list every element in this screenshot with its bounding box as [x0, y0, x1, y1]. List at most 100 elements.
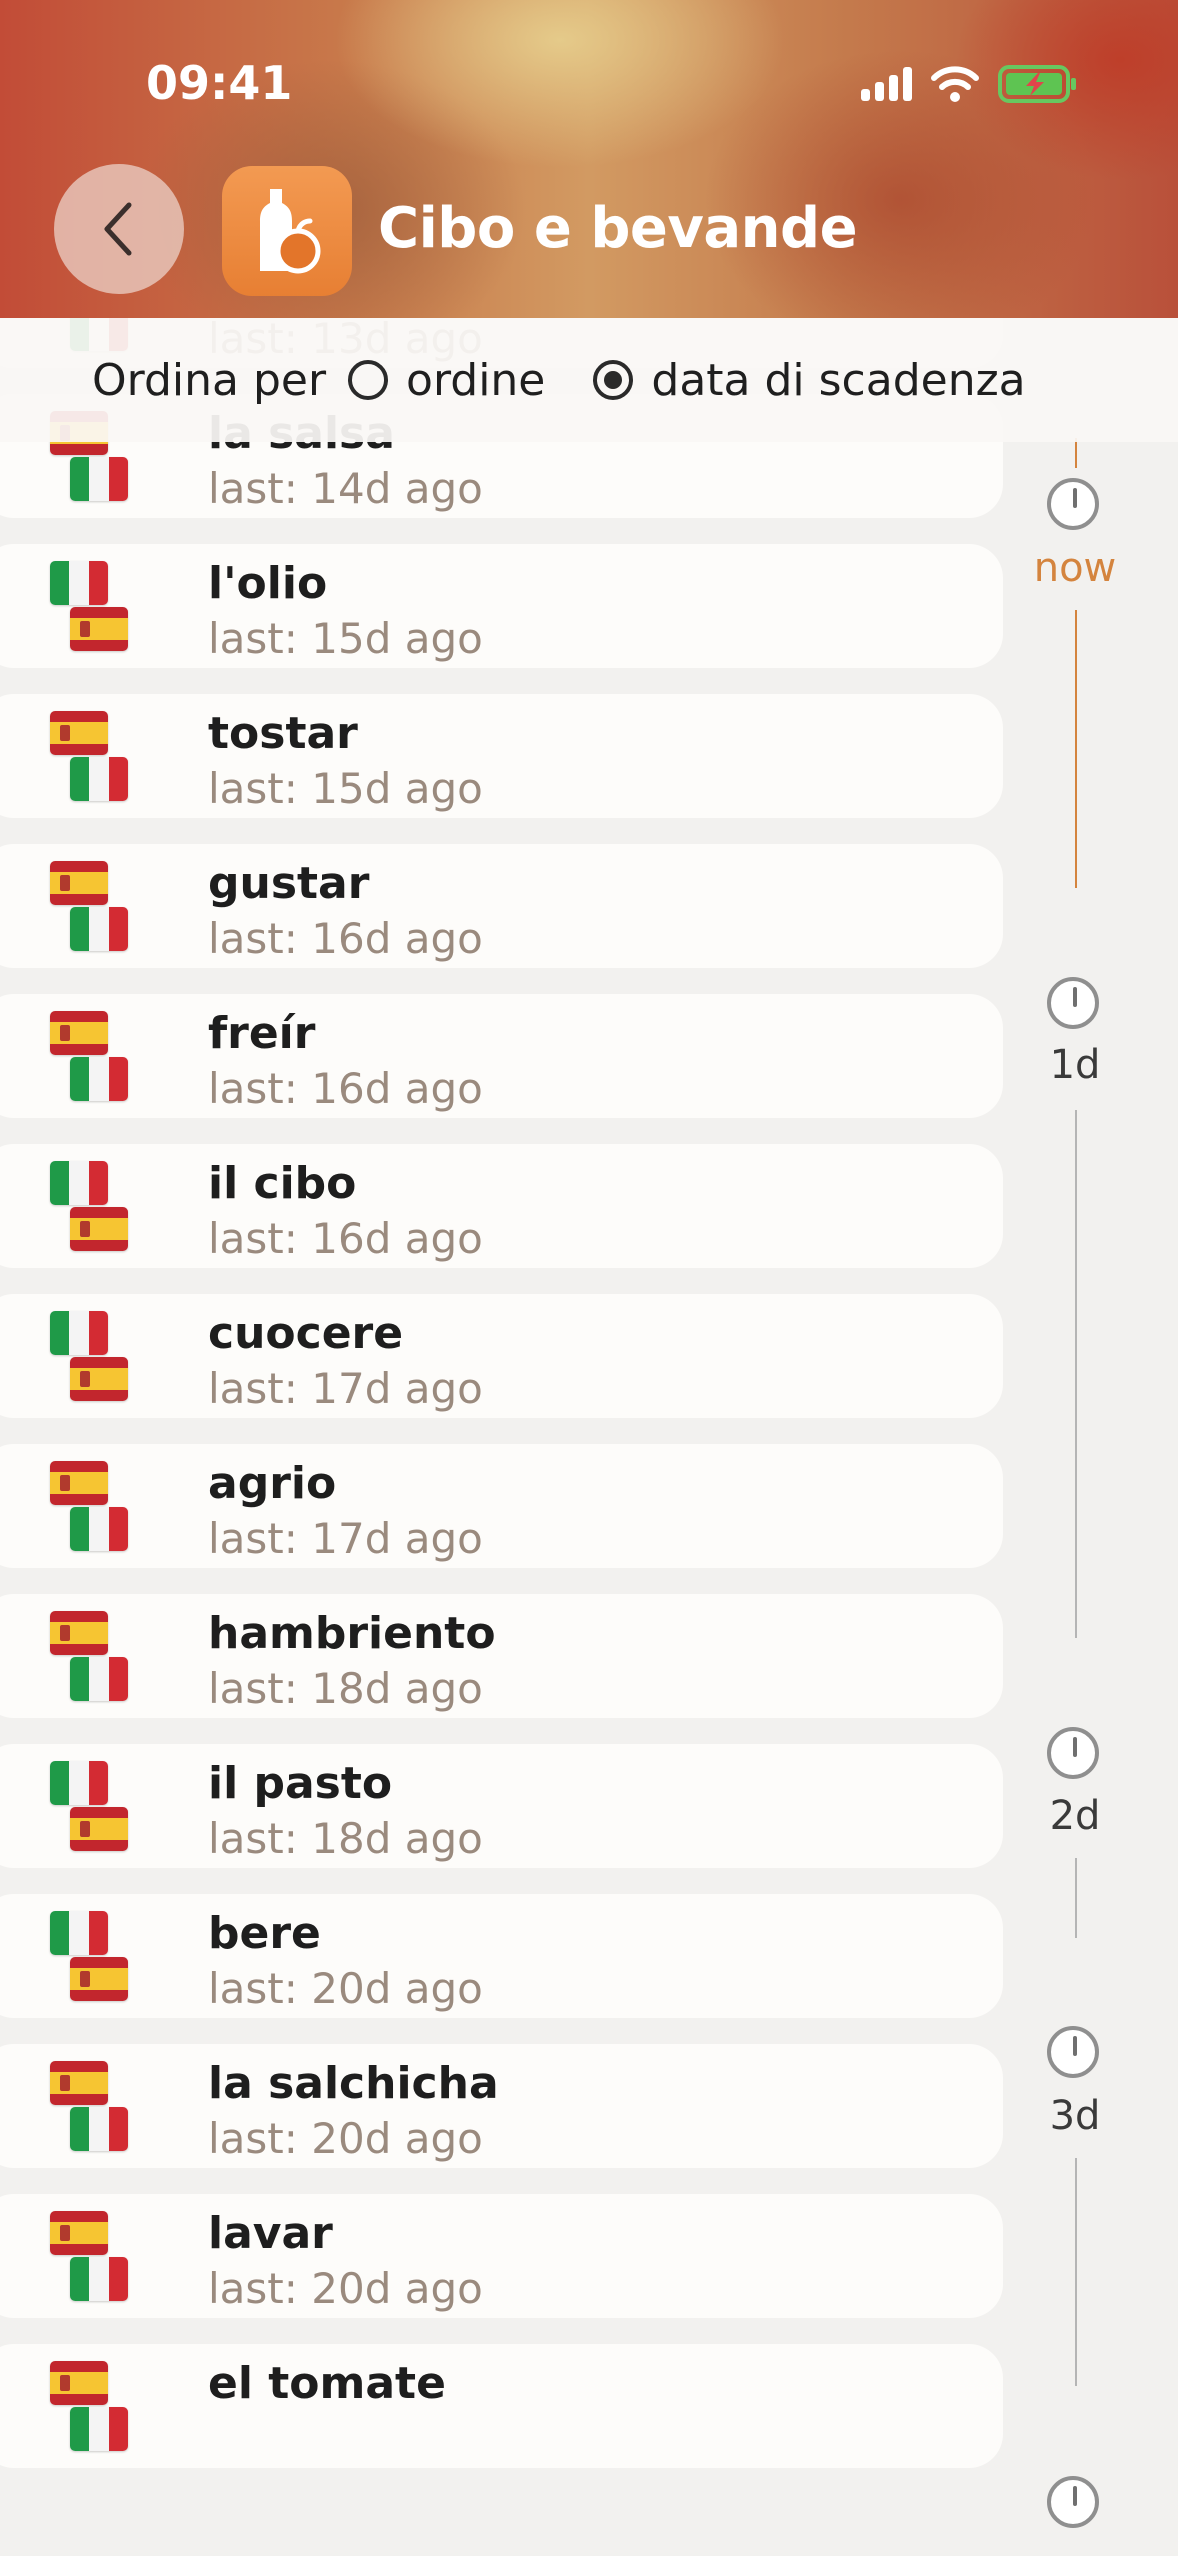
clock-icon — [1047, 1727, 1099, 1779]
spain-flag-icon — [50, 2211, 108, 2255]
spain-flag-icon — [50, 1611, 108, 1655]
italy-flag-icon — [50, 1161, 108, 1205]
timeline-line-3d — [1075, 2158, 1077, 2386]
spain-flag-icon — [50, 1011, 108, 1055]
language-pair-flags — [50, 1611, 160, 1711]
spain-flag-icon — [70, 1357, 128, 1401]
word-card[interactable]: cuocere last: 17d ago — [0, 1294, 1003, 1418]
italy-flag-icon — [70, 907, 128, 951]
word-card[interactable]: el tomate — [0, 2344, 1003, 2468]
word-card[interactable]: tostar last: 15d ago — [0, 694, 1003, 818]
language-pair-flags — [50, 1461, 160, 1561]
word-card[interactable]: il pasto last: 18d ago — [0, 1744, 1003, 1868]
language-pair-flags — [50, 2061, 160, 2161]
word-card[interactable]: agrio last: 17d ago — [0, 1444, 1003, 1568]
italy-flag-icon — [70, 1057, 128, 1101]
timeline-label-2d: 2d — [1049, 1793, 1101, 1839]
spain-flag-icon — [50, 711, 108, 755]
timeline-label-now: now — [1033, 545, 1117, 591]
last-reviewed-text: last: 20d ago — [208, 2114, 483, 2163]
spain-flag-icon — [70, 1957, 128, 2001]
language-pair-flags — [50, 1011, 160, 1111]
clock-icon — [1047, 977, 1099, 1029]
italy-flag-icon — [70, 1657, 128, 1701]
spain-flag-icon — [70, 607, 128, 651]
word-text: cuocere — [208, 1308, 404, 1359]
spain-flag-icon — [50, 861, 108, 905]
word-text: el tomate — [208, 2358, 446, 2409]
clock-icon — [1047, 2476, 1099, 2528]
sort-label: Ordina per — [92, 354, 327, 406]
italy-flag-icon — [50, 1761, 108, 1805]
language-pair-flags — [50, 1311, 160, 1411]
chevron-left-icon — [104, 202, 132, 256]
word-card[interactable]: la salchicha last: 20d ago — [0, 2044, 1003, 2168]
word-text: il pasto — [208, 1758, 393, 1809]
back-button[interactable] — [54, 164, 184, 294]
language-pair-flags — [50, 1161, 160, 1261]
status-time: 09:41 — [146, 56, 293, 110]
italy-flag-icon — [70, 2257, 128, 2301]
word-card[interactable]: l'olio last: 15d ago — [0, 544, 1003, 668]
last-reviewed-text: last: 17d ago — [208, 1514, 483, 1563]
clock-icon — [1047, 478, 1099, 530]
word-text: il cibo — [208, 1158, 357, 1209]
timeline-line-now — [1075, 610, 1077, 888]
word-text: l'olio — [208, 558, 328, 609]
language-pair-flags — [50, 861, 160, 961]
last-reviewed-text: last: 16d ago — [208, 1064, 483, 1113]
sort-option-due-date-label: data di scadenza — [651, 354, 1026, 406]
word-card[interactable]: bere last: 20d ago — [0, 1894, 1003, 2018]
word-card[interactable]: lavar last: 20d ago — [0, 2194, 1003, 2318]
word-text: agrio — [208, 1458, 337, 1509]
italy-flag-icon — [70, 2407, 128, 2451]
word-card[interactable]: gustar last: 16d ago — [0, 844, 1003, 968]
word-text: la salchicha — [208, 2058, 499, 2109]
italy-flag-icon — [50, 1311, 108, 1355]
page-title: Cibo e bevande — [378, 196, 858, 261]
battery-charging-icon — [998, 65, 1076, 103]
last-reviewed-text: last: 16d ago — [208, 1214, 483, 1263]
word-text: freír — [208, 1008, 316, 1059]
spain-flag-icon — [70, 1807, 128, 1851]
word-card[interactable]: freír last: 16d ago — [0, 994, 1003, 1118]
last-reviewed-text: last: 14d ago — [208, 464, 483, 513]
italy-flag-icon — [70, 1507, 128, 1551]
timeline-label-1d: 1d — [1049, 1042, 1101, 1088]
italy-flag-icon — [50, 561, 108, 605]
spain-flag-icon — [50, 2061, 108, 2105]
clock-icon — [1047, 2026, 1099, 2078]
sort-option-order-label: ordine — [406, 354, 546, 406]
italy-flag-icon — [70, 457, 128, 501]
spain-flag-icon — [70, 1207, 128, 1251]
last-reviewed-text: last: 20d ago — [208, 1964, 483, 2013]
timeline-label-3d: 3d — [1049, 2093, 1101, 2139]
italy-flag-icon — [70, 757, 128, 801]
header: 09:41 Cibo e bevande — [0, 0, 1178, 318]
radio-unselected[interactable] — [348, 360, 389, 400]
spain-flag-icon — [50, 1461, 108, 1505]
word-text: hambriento — [208, 1608, 496, 1659]
sort-option-due-date[interactable]: data di scadenza — [593, 354, 1026, 406]
word-card[interactable]: hambriento last: 18d ago — [0, 1594, 1003, 1718]
last-reviewed-text: last: 18d ago — [208, 1664, 483, 1713]
language-pair-flags — [50, 561, 160, 661]
timeline-line-2d — [1075, 1858, 1077, 1938]
food-drink-icon — [222, 166, 352, 296]
language-pair-flags — [50, 1761, 160, 1861]
last-reviewed-text: last: 16d ago — [208, 914, 483, 963]
radio-selected[interactable] — [593, 360, 634, 400]
last-reviewed-text: last: 20d ago — [208, 2264, 483, 2313]
status-icons — [861, 64, 1078, 104]
last-reviewed-text: last: 15d ago — [208, 764, 483, 813]
last-reviewed-text: last: 17d ago — [208, 1364, 483, 1413]
word-card[interactable]: il cibo last: 16d ago — [0, 1144, 1003, 1268]
word-text: bere — [208, 1908, 321, 1959]
word-text: tostar — [208, 708, 358, 759]
language-pair-flags — [50, 1911, 160, 2011]
spain-flag-icon — [50, 2361, 108, 2405]
word-text: lavar — [208, 2208, 333, 2259]
sort-option-order[interactable]: ordine — [348, 355, 545, 406]
timeline-line-now — [1075, 438, 1077, 468]
signal-icon — [861, 67, 912, 101]
